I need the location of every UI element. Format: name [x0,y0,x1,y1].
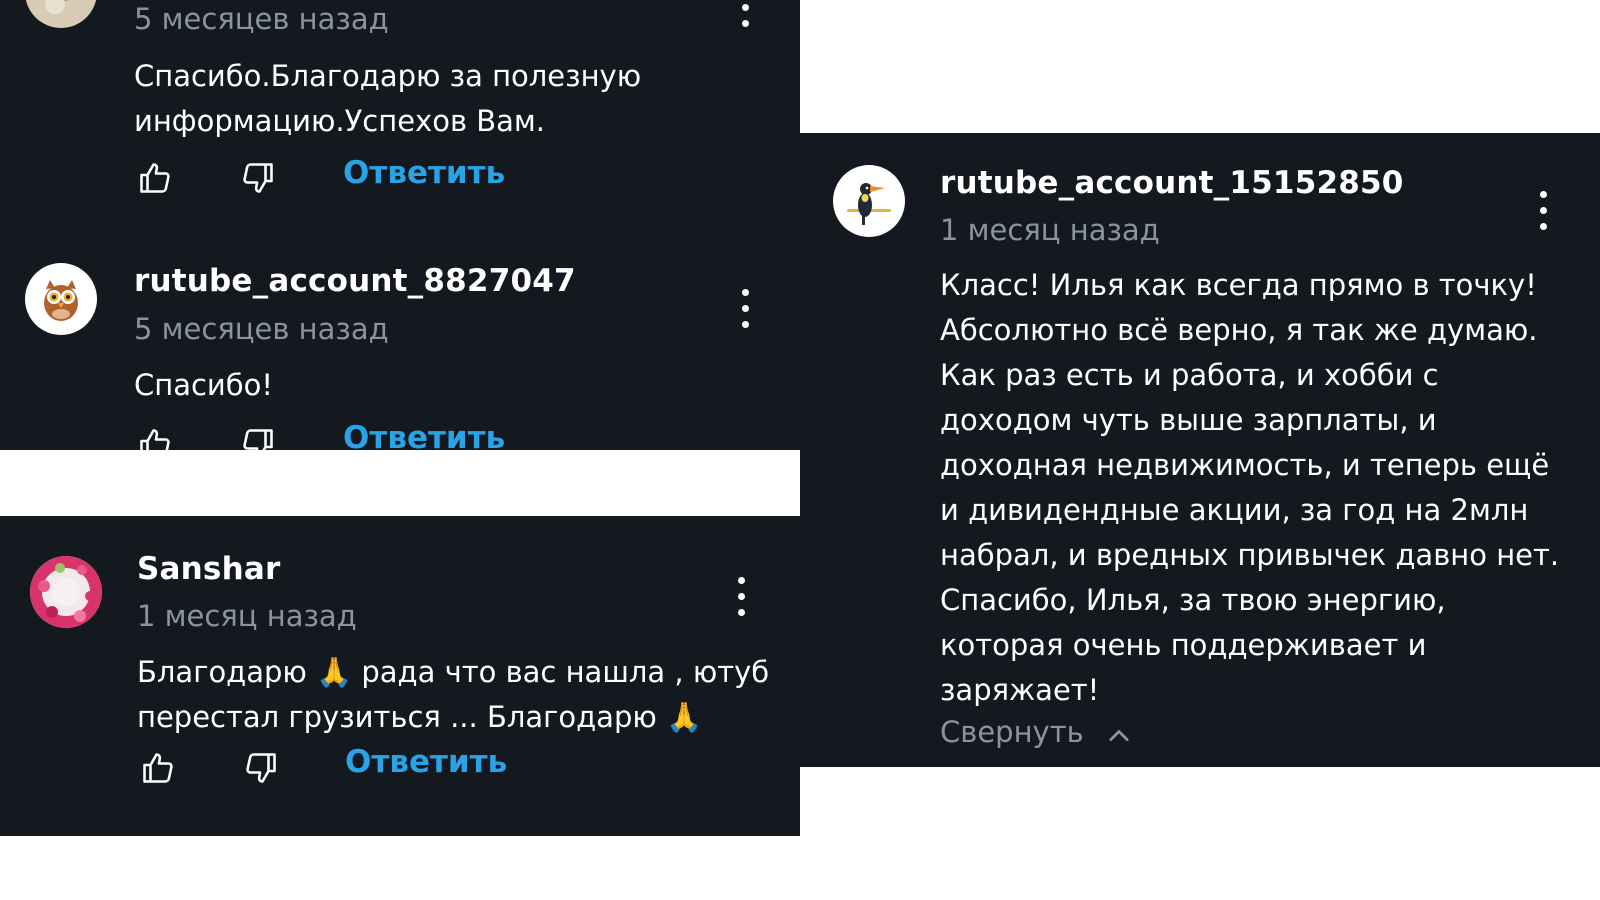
thumbs-down-icon[interactable] [243,750,279,786]
comment-text-line: доходом чуть выше зарплаты, и [940,403,1437,437]
comment-text-line: и дивидендные акции, за год на 2млн [940,493,1529,527]
thumbs-down-icon[interactable] [240,426,276,450]
comment-text-line: Спасибо, Илья, за твою энергию, [940,583,1446,617]
comment-text-line: Абсолютно всё верно, я так же думаю. [940,313,1538,347]
comment-text-line: перестал грузиться ... Благодарю 🙏 [137,700,703,734]
comment-text: Спасибо.Благодарю за полезную информацию… [134,54,754,144]
toucan-avatar-icon [833,165,905,237]
more-options-button[interactable] [1533,185,1553,237]
comment-text-line: набрал, и вредных привычек давно нет. [940,538,1560,572]
comment-time: 5 месяцев назад [134,312,389,346]
comment-text-line: заряжает! [940,673,1100,707]
comment-text: Спасибо! [134,363,754,408]
comment-panel-top-left: 5 месяцев назад Спасибо.Благодарю за пол… [0,0,800,450]
comment-author[interactable]: rutube_account_8827047 [134,263,576,299]
comment-text-line: информацию.Успехов Вам. [134,104,546,138]
comment-text-line: Спасибо.Благодарю за полезную [134,59,642,93]
comment-text: Класс! Илья как всегда прямо в точку! Аб… [940,263,1580,713]
more-options-button[interactable] [731,571,751,623]
comment-panel-bottom-left: Sanshar 1 месяц назад Благодарю 🙏 рада ч… [0,516,800,836]
comment-author[interactable]: rutube_account_15152850 [940,165,1404,201]
avatar[interactable] [25,0,97,28]
thumbs-down-icon[interactable] [240,160,276,196]
avatar[interactable] [833,165,905,237]
avatar[interactable] [25,263,97,335]
comment-time: 5 месяцев назад [134,2,389,36]
avatar[interactable] [30,556,102,628]
comment-author[interactable]: Sanshar [137,551,280,587]
comment-time: 1 месяц назад [940,213,1160,247]
reply-button[interactable]: Ответить [343,155,505,191]
flower-wreath-avatar-icon [30,556,102,628]
comment-text-line: Класс! Илья как всегда прямо в точку! [940,268,1537,302]
reply-button[interactable]: Ответить [343,420,505,450]
comment-text-line: доходная недвижимость, и теперь ещё [940,448,1550,482]
thumbs-up-icon[interactable] [140,750,176,786]
thumbs-up-icon[interactable] [137,160,173,196]
owl-avatar-icon [25,263,97,335]
comment-text-line: Благодарю 🙏 рада что вас нашла , ютуб [137,655,770,689]
collapse-label: Свернуть [940,715,1084,749]
more-options-button[interactable] [735,0,755,34]
thumbs-up-icon[interactable] [137,426,173,450]
comment-panel-right: rutube_account_15152850 1 месяц назад Кл… [800,133,1600,767]
comment-text-line: которая очень поддерживает и [940,628,1427,662]
chevron-up-icon [1109,730,1129,742]
comment-time: 1 месяц назад [137,599,357,633]
comment-text-line: Спасибо! [134,368,274,402]
collapse-button[interactable]: Свернуть [940,715,1129,749]
comment-text-line: Как раз есть и работа, и хобби с [940,358,1439,392]
reply-button[interactable]: Ответить [345,744,507,780]
comment-text: Благодарю 🙏 рада что вас нашла , ютуб пе… [137,650,787,740]
more-options-button[interactable] [735,283,755,335]
